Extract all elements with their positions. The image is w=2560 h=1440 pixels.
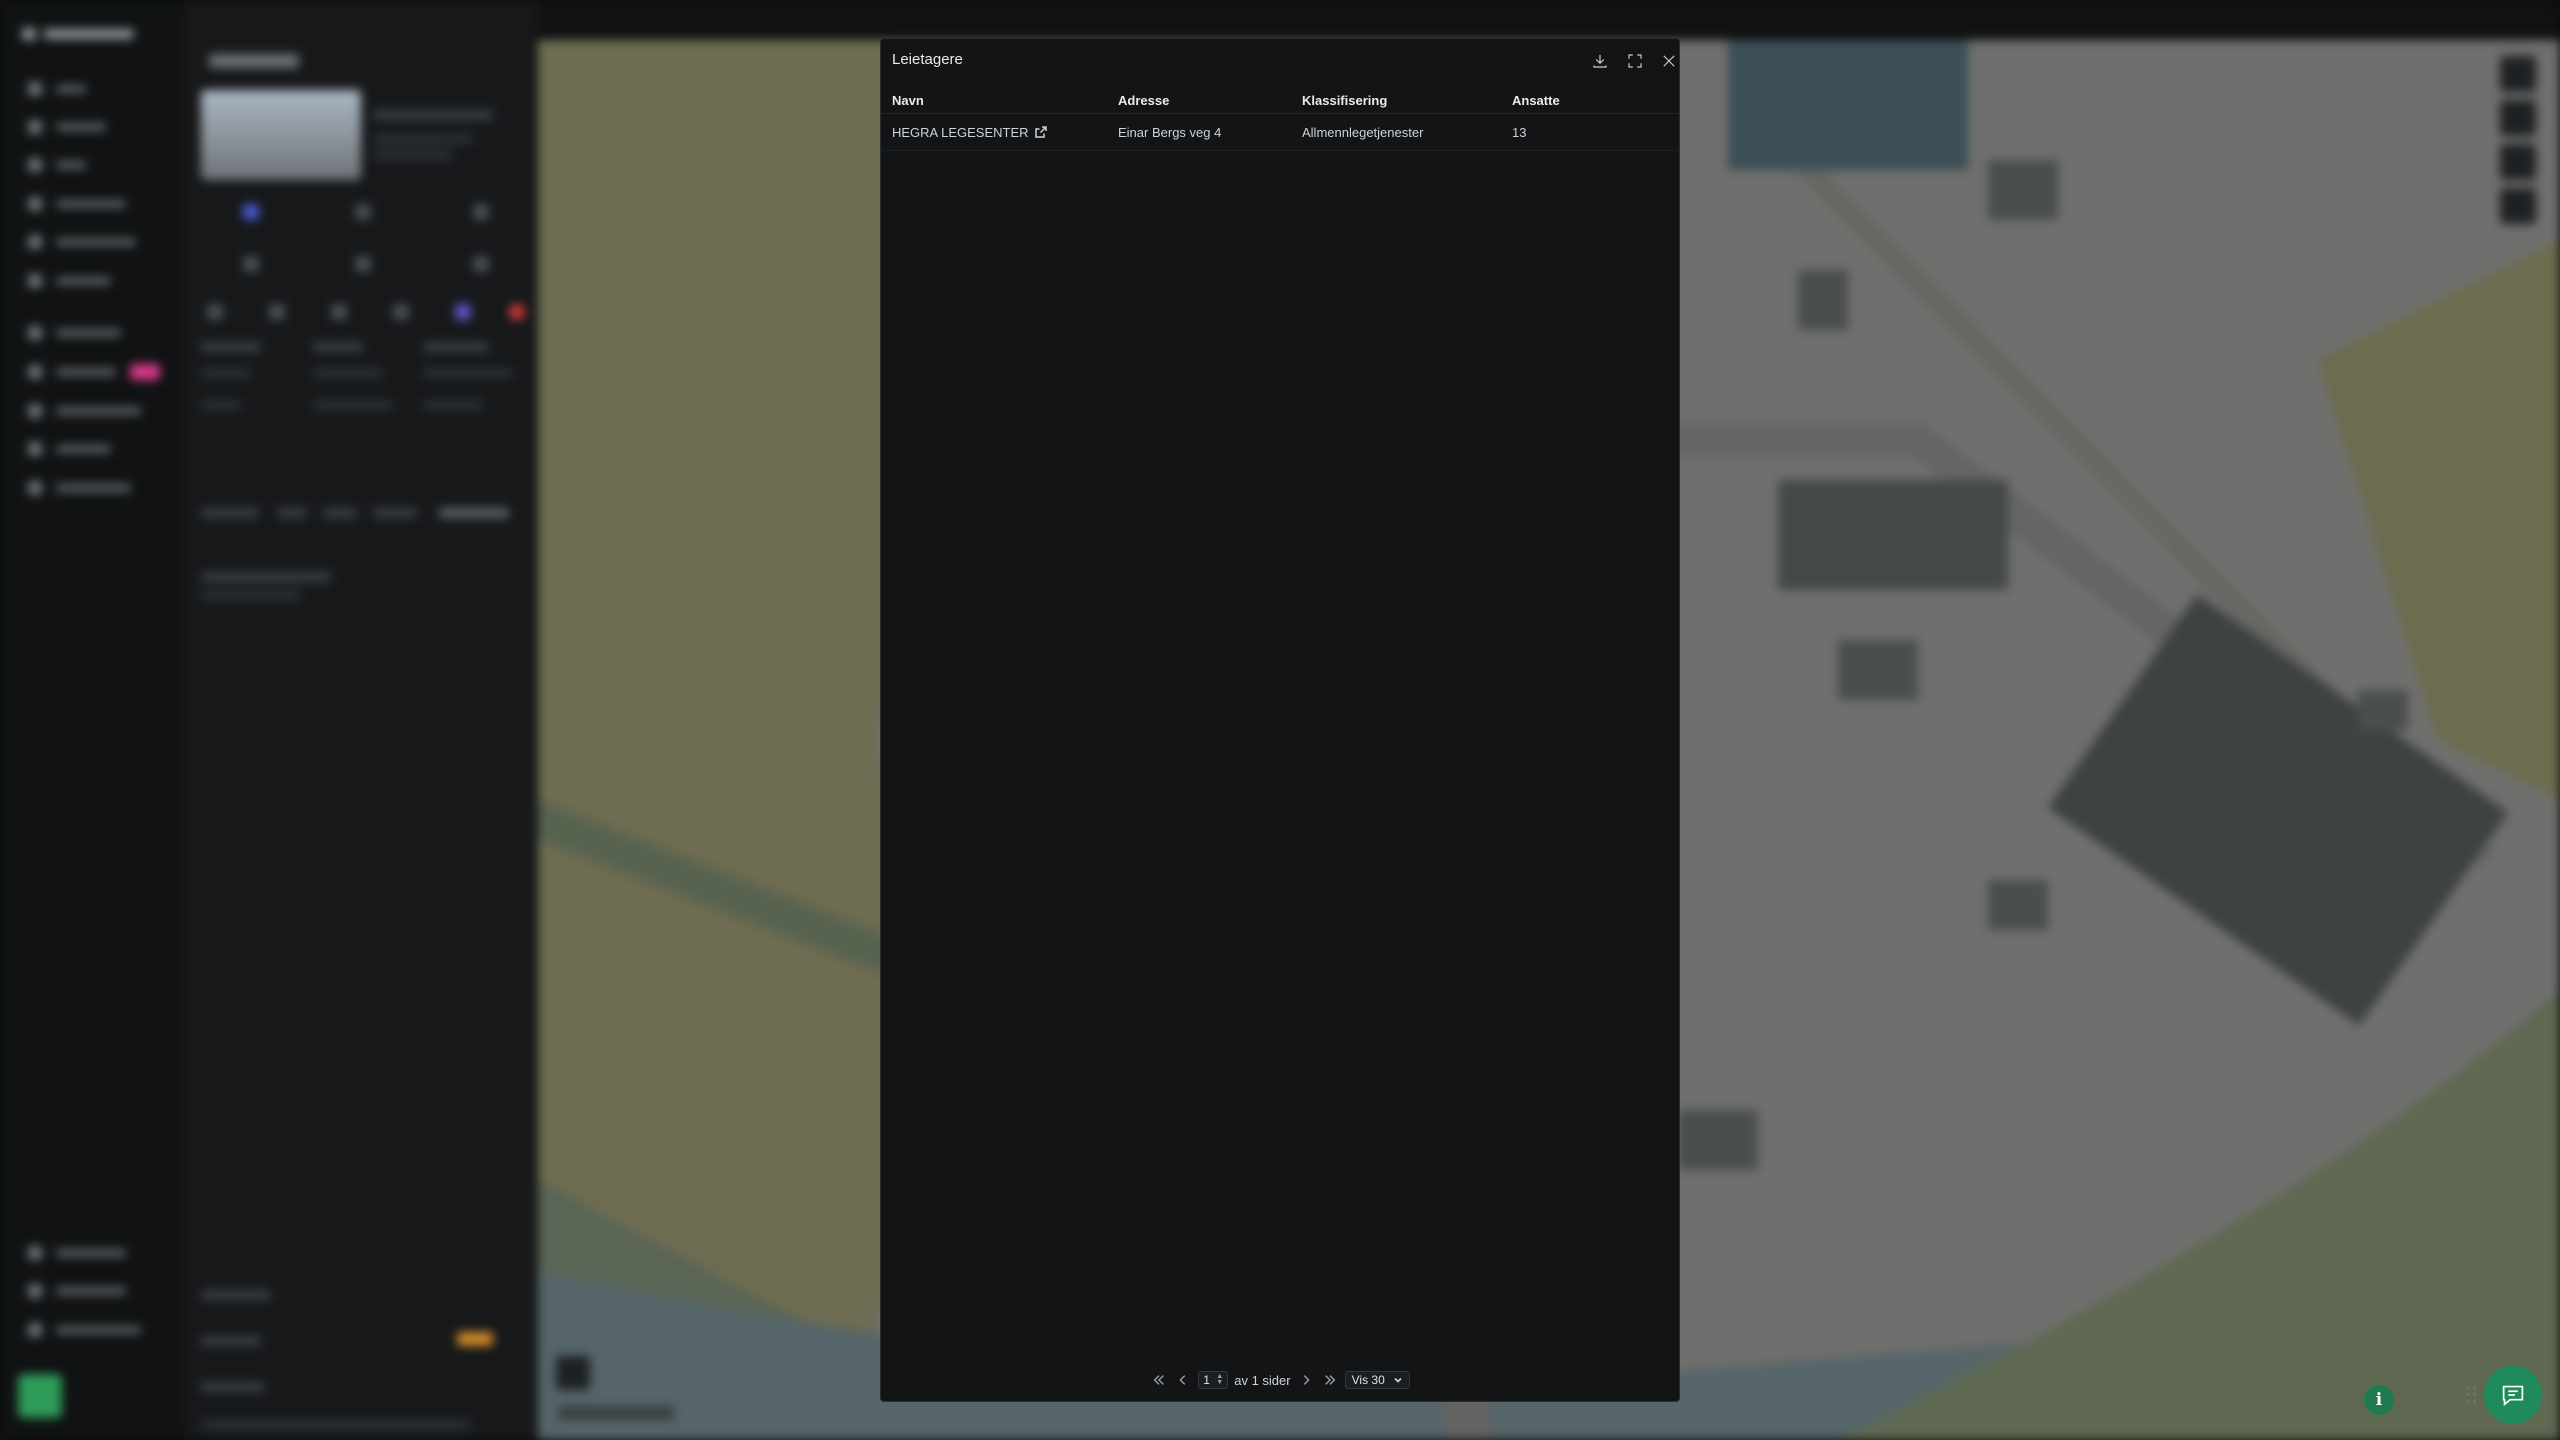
- map-control-1[interactable]: [2500, 56, 2536, 92]
- nav-item-12[interactable]: [28, 1242, 126, 1264]
- nav-item-2[interactable]: [28, 116, 106, 138]
- info-button[interactable]: i: [2364, 1385, 2394, 1415]
- chevron-down-icon: [1394, 1377, 1402, 1383]
- nav-item-6[interactable]: [28, 270, 111, 292]
- page-number-input[interactable]: 1 ▲ ▼: [1198, 1371, 1229, 1389]
- map-scale-bar: [558, 1406, 674, 1420]
- nav-item-1[interactable]: [28, 78, 86, 100]
- nav-item-14[interactable]: [28, 1319, 141, 1341]
- nav-item-10[interactable]: [28, 438, 111, 460]
- download-button[interactable]: [1588, 49, 1612, 73]
- download-icon: [1593, 55, 1607, 68]
- chat-button[interactable]: [2484, 1366, 2542, 1424]
- next-page-button[interactable]: [1297, 1371, 1315, 1389]
- nav-item-7[interactable]: [28, 322, 121, 344]
- close-button[interactable]: [1657, 49, 1681, 73]
- left-navigation: [0, 0, 186, 1440]
- drag-handle-icon[interactable]: [2466, 1386, 2480, 1406]
- column-header-employees[interactable]: Ansatte: [1501, 87, 1679, 114]
- table-header-row: Navn Adresse Klassifisering Ansatte: [881, 87, 1679, 114]
- close-icon: [1663, 55, 1675, 67]
- double-chevron-right-icon: [1324, 1375, 1335, 1385]
- external-link-icon[interactable]: [1034, 125, 1047, 138]
- panel-title-placeholder: [209, 54, 299, 68]
- map-control-4[interactable]: [2500, 188, 2536, 224]
- nav-item-4[interactable]: [28, 193, 126, 215]
- pagination: 1 ▲ ▼ av 1 sider Vis 30: [881, 1371, 1679, 1389]
- chevron-right-icon: [1303, 1375, 1310, 1385]
- double-chevron-left-icon: [1153, 1375, 1165, 1385]
- first-page-button[interactable]: [1150, 1371, 1168, 1389]
- app-logo: [22, 24, 142, 44]
- modal-title: Leietagere: [892, 51, 963, 68]
- map-control-3[interactable]: [2500, 144, 2536, 180]
- chat-icon: [2502, 1385, 2524, 1407]
- column-header-name[interactable]: Navn: [881, 87, 1107, 114]
- user-avatar[interactable]: [18, 1374, 62, 1418]
- map-control-2[interactable]: [2500, 100, 2536, 136]
- column-header-address[interactable]: Adresse: [1107, 87, 1291, 114]
- column-header-classification[interactable]: Klassifisering: [1291, 87, 1501, 114]
- nav-item-13[interactable]: [28, 1280, 126, 1302]
- tenants-modal: Leietagere Navn Adresse Klassifisering A…: [880, 38, 1680, 1402]
- tenant-name-cell[interactable]: HEGRA LEGESENTER: [881, 113, 1107, 151]
- previous-page-button[interactable]: [1174, 1371, 1192, 1389]
- property-thumbnail: [201, 90, 361, 180]
- nav-item-3[interactable]: [28, 154, 86, 176]
- tenant-classification: Allmennlegetjenester: [1291, 113, 1501, 151]
- tenant-name[interactable]: HEGRA LEGESENTER: [892, 125, 1029, 140]
- map-layer-button[interactable]: [556, 1356, 590, 1390]
- page-count-label: av 1 sider: [1234, 1372, 1291, 1388]
- last-page-button[interactable]: [1321, 1371, 1339, 1389]
- nav-item-11[interactable]: [28, 477, 131, 499]
- info-icon: i: [2375, 1390, 2383, 1410]
- nav-item-9[interactable]: [28, 400, 141, 422]
- nav-item-8[interactable]: [28, 361, 160, 383]
- chevron-left-icon: [1179, 1375, 1186, 1385]
- nav-item-5[interactable]: [28, 231, 136, 253]
- tenant-employees: 13: [1501, 113, 1679, 151]
- expand-icon: [1628, 54, 1642, 68]
- side-panel: [186, 0, 539, 1440]
- expand-button[interactable]: [1623, 49, 1647, 73]
- table-row: HEGRA LEGESENTER Einar Bergs veg 4 Allme…: [881, 113, 1679, 151]
- tenants-table: Navn Adresse Klassifisering Ansatte HEGR…: [881, 87, 1679, 151]
- per-page-select[interactable]: Vis 30: [1344, 1371, 1410, 1389]
- page-stepper-icon[interactable]: ▲ ▼: [1216, 1373, 1223, 1386]
- tenant-address: Einar Bergs veg 4: [1107, 113, 1291, 151]
- top-toolbar: [538, 0, 2560, 40]
